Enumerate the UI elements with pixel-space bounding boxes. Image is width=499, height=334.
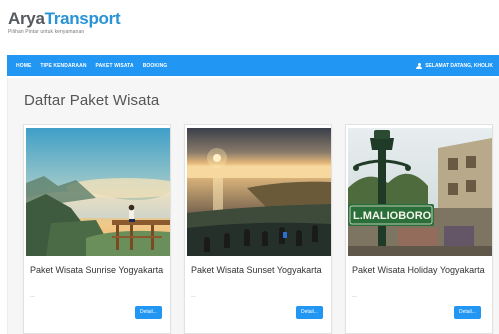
nav-booking[interactable]: BOOKING: [143, 63, 168, 69]
brand-name-part2: Transport: [44, 9, 121, 28]
package-title: Paket Wisata Holiday Yogyakarta: [352, 265, 485, 275]
package-card: Paket Wisata Sunrise Yogyakarta --- Deta…: [23, 124, 171, 334]
user-greeting: SELAMAT DATANG, KHOLIK: [425, 62, 493, 69]
detail-button-holiday[interactable]: Detail...: [454, 306, 481, 319]
brand[interactable]: AryaTransport Pilihan Pintar untuk kenya…: [8, 9, 121, 36]
user-icon: [416, 62, 423, 69]
brand-tagline: Pilihan Pintar untuk kenyamanan: [8, 29, 85, 35]
navbar: HOME TIPE KENDARAAN PAKET WISATA BOOKING…: [7, 55, 499, 76]
package-card: Paket Wisata Sunset Yogyakarta --- Detai…: [184, 124, 332, 334]
brand-logo[interactable]: AryaTransport: [8, 9, 121, 28]
nav-paket-wisata[interactable]: PAKET WISATA: [96, 63, 134, 69]
user-menu[interactable]: SELAMAT DATANG, KHOLIK: [416, 55, 493, 76]
detail-button-sunset[interactable]: Detail...: [296, 306, 323, 319]
content-panel: Daftar Paket Wisata Paket Wisata Sunrise…: [7, 78, 499, 334]
package-image-holiday[interactable]: L.MALIOBORO: [348, 128, 492, 256]
detail-button-sunrise[interactable]: Detail...: [135, 306, 162, 319]
package-title: Paket Wisata Sunset Yogyakarta: [191, 265, 322, 275]
nav-tipe-kendaraan[interactable]: TIPE KENDARAAN: [40, 63, 86, 69]
package-meta: ---: [191, 294, 196, 300]
package-meta: ---: [30, 294, 35, 300]
nav-home[interactable]: HOME: [16, 63, 31, 69]
package-meta: ---: [352, 294, 357, 300]
package-title: Paket Wisata Sunrise Yogyakarta: [30, 265, 164, 275]
page-title: Daftar Paket Wisata: [24, 92, 160, 109]
package-image-sunset[interactable]: [187, 128, 331, 256]
package-card: L.MALIOBORO Paket Wisata Holiday Yogyaka…: [345, 124, 493, 334]
svg-text:L.MALIOBORO: L.MALIOBORO: [353, 210, 432, 222]
package-image-sunrise[interactable]: [26, 128, 170, 256]
brand-name-part1: Arya: [8, 9, 45, 28]
